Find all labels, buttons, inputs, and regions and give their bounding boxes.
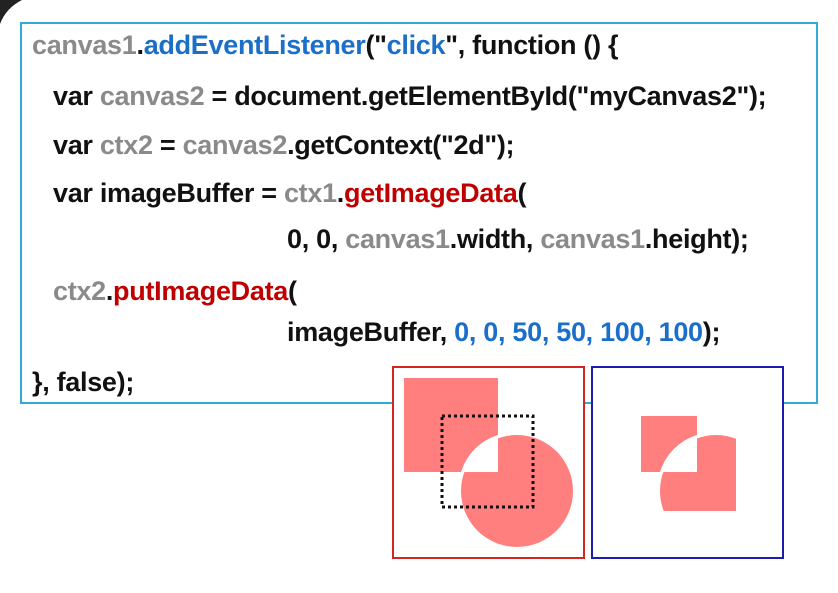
- code-token: canvas2: [182, 130, 288, 160]
- code-token: }, false);: [32, 367, 135, 397]
- code-token: 0, 0,: [287, 224, 346, 254]
- code-token: = document.getElementById("myCanvas2");: [204, 81, 767, 111]
- code-line-8: }, false);: [32, 365, 134, 399]
- code-listing: canvas1.addEventListener("click", functi…: [20, 22, 818, 404]
- code-token: getImageData: [344, 178, 518, 208]
- code-line-7: imageBuffer, 0, 0, 50, 50, 100, 100);: [287, 315, 720, 349]
- code-token: var: [53, 81, 100, 111]
- canvas1-preview[interactable]: [392, 366, 585, 559]
- canvas2-shapes: [641, 416, 736, 511]
- code-token: (": [365, 30, 387, 60]
- copied-circle: [660, 435, 736, 511]
- code-token: var imageBuffer =: [53, 178, 284, 208]
- code-token: ctx1: [283, 178, 337, 208]
- code-token: var: [53, 130, 100, 160]
- code-line-2: var canvas2 = document.getElementById("m…: [53, 79, 767, 113]
- code-token: ctx2: [53, 276, 106, 306]
- canvas1-drawing: [404, 378, 573, 547]
- code-line-4: var imageBuffer = ctx1.getImageData(: [53, 176, 526, 210]
- code-token: );: [702, 317, 721, 347]
- code-line-1: canvas1.addEventListener("click", functi…: [32, 28, 619, 62]
- code-line-6: ctx2.putImageData(: [53, 274, 297, 308]
- code-token: canvas1: [540, 224, 645, 254]
- code-token: canvas1: [345, 224, 450, 254]
- code-token: imageBuffer,: [287, 317, 455, 347]
- code-token: 0, 0, 50, 50, 100, 100: [454, 317, 703, 347]
- code-token: addEventListener: [143, 30, 366, 60]
- code-token: .height);: [644, 224, 749, 254]
- code-token: click: [386, 30, 446, 60]
- code-token: .: [136, 30, 145, 60]
- canvas2-drawing: [641, 416, 736, 511]
- code-token: .: [105, 276, 114, 306]
- code-line-3: var ctx2 = canvas2.getContext("2d");: [53, 128, 515, 162]
- code-token: canvas1: [32, 30, 137, 60]
- code-token: .width,: [449, 224, 541, 254]
- code-token: putImageData: [113, 276, 288, 306]
- code-token: canvas2: [99, 81, 205, 111]
- code-token: (: [517, 178, 527, 208]
- canvas2-preview[interactable]: [591, 366, 784, 559]
- code-line-5: 0, 0, canvas1.width, canvas1.height);: [287, 222, 749, 256]
- canvas1-shapes: [404, 378, 573, 547]
- pink-circle: [461, 435, 573, 547]
- code-token: ctx2: [99, 130, 153, 160]
- code-token: =: [152, 130, 183, 160]
- code-token: ", function () {: [445, 30, 619, 60]
- code-token: (: [287, 276, 297, 306]
- code-token: .: [336, 178, 345, 208]
- code-token: .getContext("2d");: [287, 130, 515, 160]
